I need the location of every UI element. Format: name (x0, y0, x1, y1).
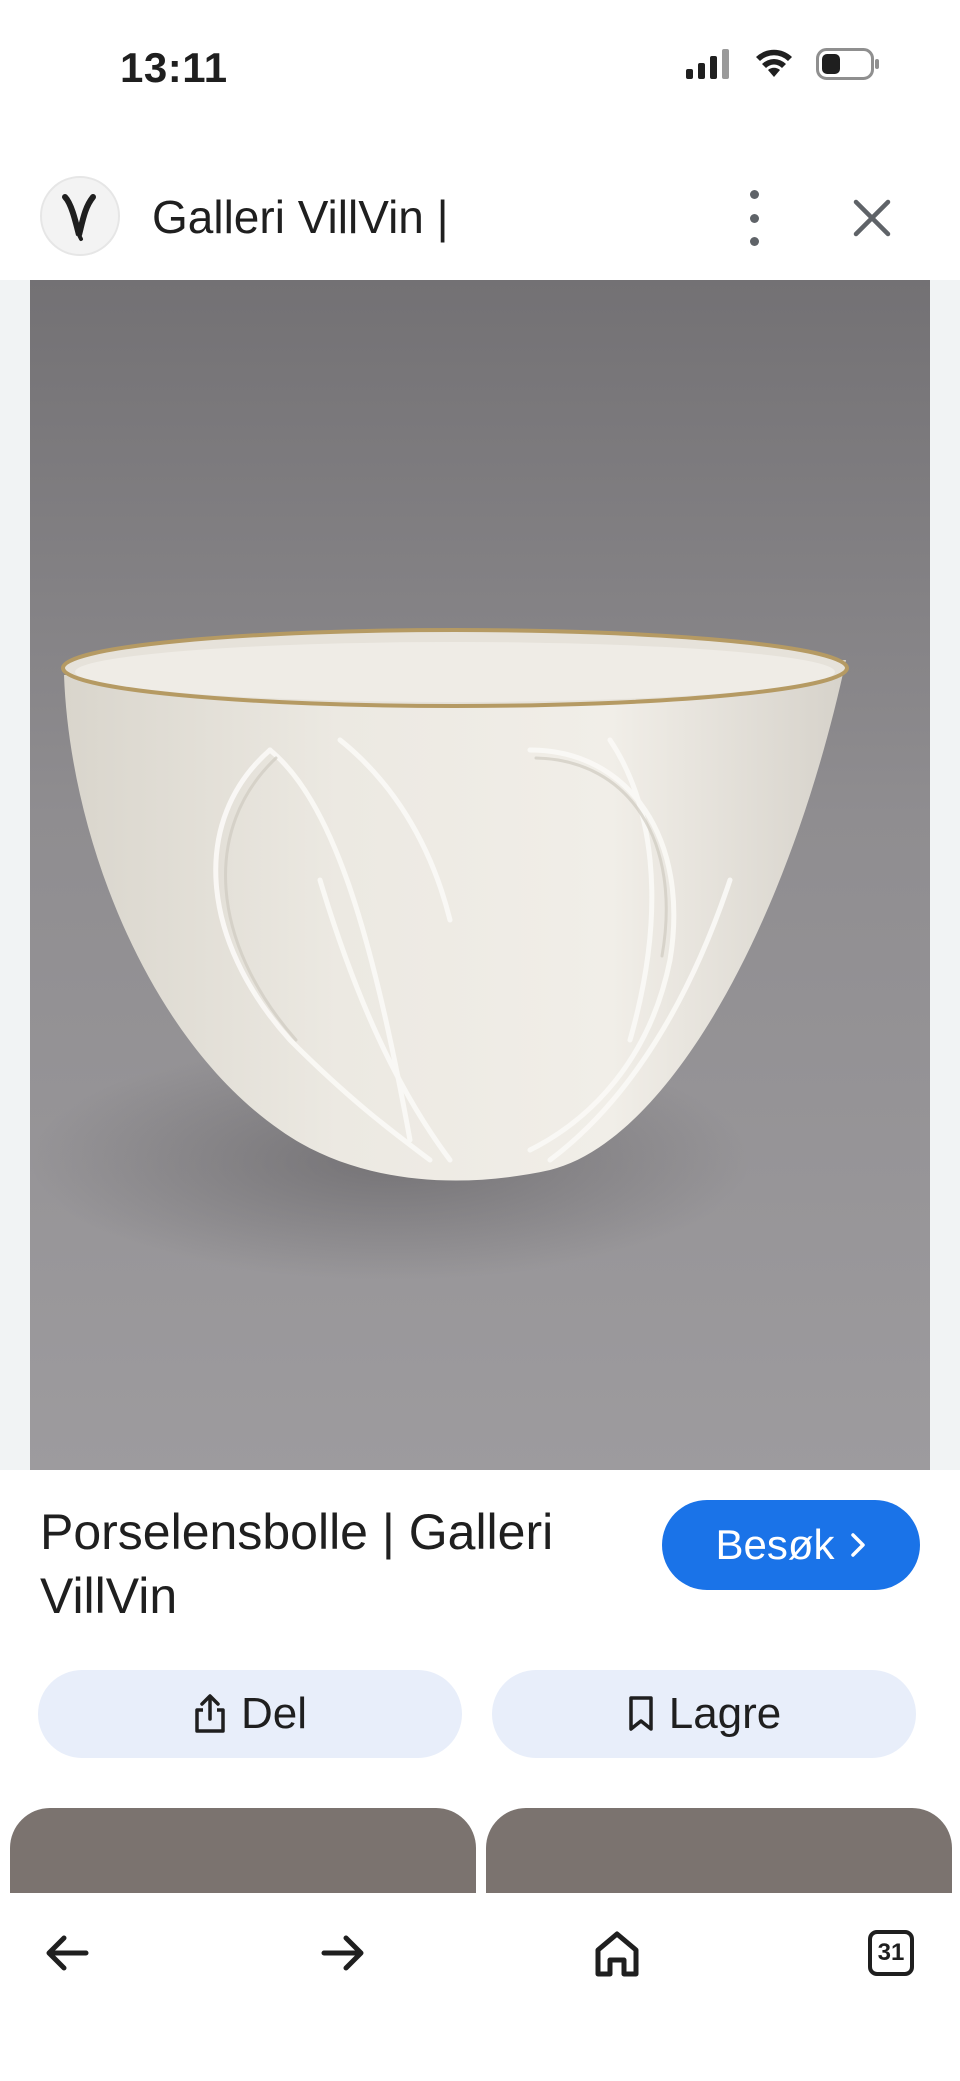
home-button[interactable] (582, 1918, 652, 1988)
share-button[interactable]: Del (38, 1670, 462, 1758)
visit-label: Besøk (715, 1521, 835, 1568)
save-button[interactable]: Lagre (492, 1670, 916, 1758)
bottom-navigation-bar (0, 1893, 960, 2081)
back-button[interactable] (32, 1918, 102, 1988)
porcelain-bowl-photo (30, 280, 930, 1470)
more-vert-dot (749, 237, 759, 246)
cellular-signal-icon (686, 49, 729, 79)
home-icon (595, 1931, 639, 1977)
bookmark-icon (628, 1696, 653, 1731)
related-image-thumbnail[interactable] (486, 1808, 952, 1894)
visit-button[interactable]: Besøk (662, 1500, 920, 1590)
chevron-right-icon (850, 1533, 865, 1557)
product-image[interactable] (30, 280, 930, 1470)
wifi-icon (756, 49, 792, 77)
site-title[interactable]: Galleri VillVin | (152, 190, 449, 244)
site-logo (40, 176, 120, 256)
share-label: Del (240, 1689, 308, 1738)
more-options-button[interactable] (736, 190, 772, 246)
tab-count: 31 (877, 1939, 905, 1966)
more-vert-icon (749, 190, 759, 199)
back-arrow-icon (46, 1935, 89, 1971)
related-image-thumbnail[interactable] (10, 1808, 476, 1894)
tabs-button[interactable]: 31 (856, 1918, 926, 1988)
tabs-icon: 31 (868, 1930, 914, 1976)
more-vert-dot (749, 213, 759, 223)
battery-icon (816, 48, 879, 80)
close-icon[interactable] (850, 196, 894, 240)
status-time: 13:11 (120, 44, 228, 91)
save-label: Lagre (668, 1689, 782, 1738)
result-title: Porselensbolle | Galleri VillVin (40, 1504, 554, 1624)
forward-button[interactable] (308, 1918, 378, 1988)
villvin-logo-icon (62, 194, 96, 241)
share-icon (195, 1694, 225, 1733)
status-icons (686, 48, 880, 80)
forward-arrow-icon (321, 1935, 364, 1971)
